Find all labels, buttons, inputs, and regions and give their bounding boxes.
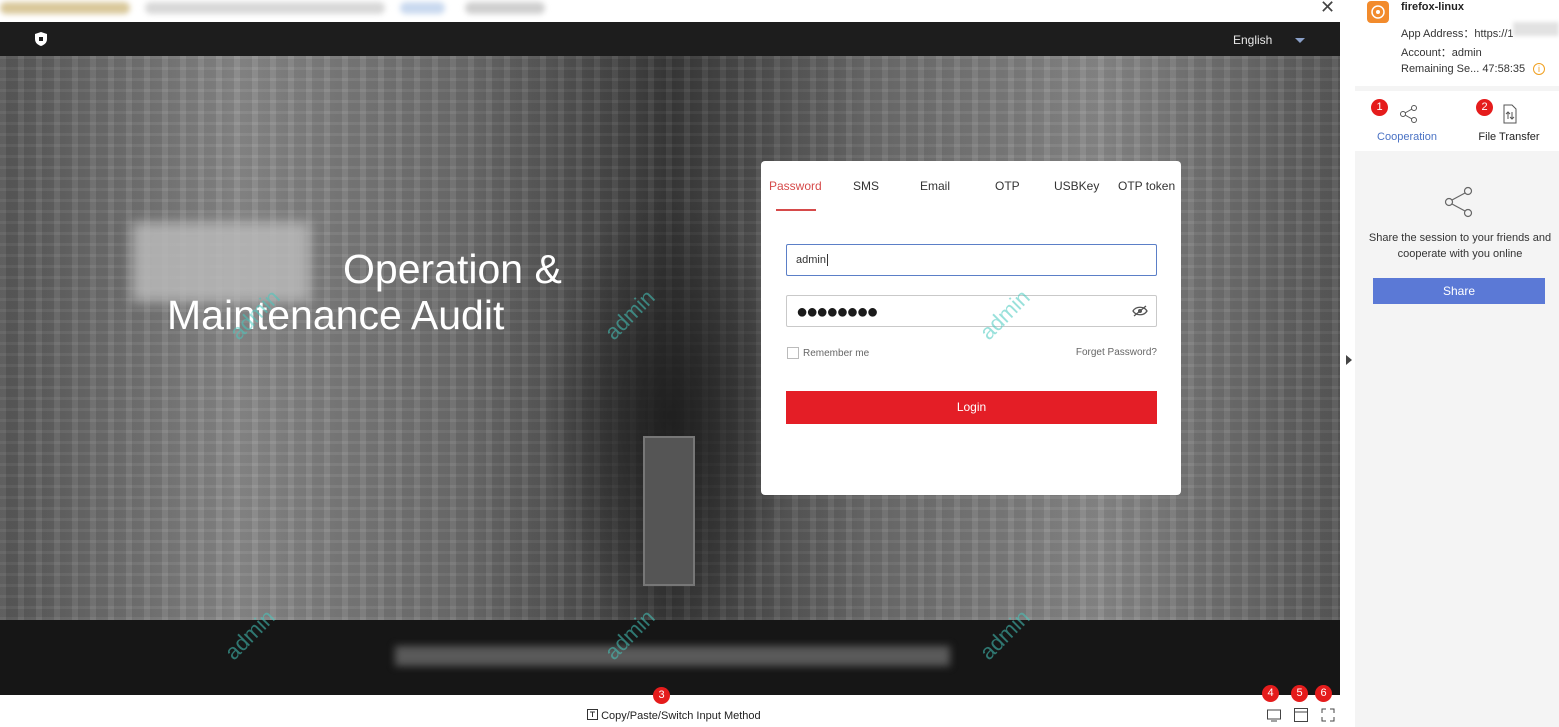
- blurred-address: [1513, 22, 1559, 36]
- window-layout-icon[interactable]: [1293, 707, 1309, 723]
- badge-5: 5: [1291, 685, 1308, 702]
- monitor-icon[interactable]: [1266, 707, 1282, 723]
- username-value: admin: [796, 254, 826, 266]
- info-icon[interactable]: i: [1533, 63, 1545, 75]
- tab-email[interactable]: Email: [920, 179, 950, 193]
- tab-otp[interactable]: OTP: [995, 179, 1020, 193]
- firefox-app-icon: [1367, 1, 1389, 23]
- badge-3: 3: [653, 687, 670, 704]
- browser-tab-strip: ✕: [0, 0, 1340, 22]
- password-value: ●●●●●●●●: [796, 301, 879, 323]
- password-input[interactable]: ●●●●●●●●: [786, 295, 1157, 327]
- app-name: firefox-linux: [1401, 1, 1464, 13]
- file-transfer-button[interactable]: 2 File Transfer: [1459, 91, 1559, 151]
- hero-title: Operation & Maintenance Audit: [167, 246, 627, 338]
- bottom-toolbar: 3 Copy/Paste/Switch Input Method 4 5 6: [0, 685, 1355, 727]
- badge-1: 1: [1371, 99, 1388, 116]
- clipboard-icon: [587, 709, 598, 720]
- session-tools: 1 Cooperation 2 File Transfer: [1355, 91, 1559, 151]
- login-button[interactable]: Login: [786, 391, 1157, 424]
- tab-otp-token[interactable]: OTP token: [1118, 179, 1175, 193]
- hero-title-line2: Maintenance Audit: [167, 292, 505, 338]
- remaining-session-time: Remaining Se... 47:58:35: [1401, 63, 1526, 75]
- share-description: Share the session to your friends and co…: [1368, 232, 1552, 260]
- app-glyph-icon: [1371, 5, 1385, 19]
- cooperation-button[interactable]: 1 Cooperation: [1357, 91, 1457, 151]
- active-tab-indicator: [776, 209, 816, 211]
- corridor-door: [643, 436, 695, 586]
- app-info-card: firefox-linux App Address：https://1 Acco…: [1355, 0, 1559, 86]
- blurred-tab[interactable]: [145, 2, 385, 14]
- remember-me-label[interactable]: Remember me: [803, 348, 869, 359]
- tab-usbkey[interactable]: USBKey: [1054, 179, 1099, 193]
- username-input[interactable]: admin: [786, 244, 1157, 276]
- shield-logo-icon: [35, 32, 47, 46]
- tab-password[interactable]: Password: [769, 179, 822, 193]
- badge-2: 2: [1476, 99, 1493, 116]
- session-side-panel: firefox-linux App Address：https://1 Acco…: [1355, 0, 1559, 727]
- remote-page-footer: [0, 620, 1340, 695]
- language-selector[interactable]: English: [1233, 33, 1272, 47]
- share-button[interactable]: Share: [1373, 278, 1545, 304]
- badge-6: 6: [1315, 685, 1332, 702]
- app-address: App Address：https://1: [1401, 28, 1514, 40]
- chevron-down-icon[interactable]: [1295, 38, 1305, 43]
- hero-title-line1: Operation &: [343, 246, 562, 292]
- forget-password-link[interactable]: Forget Password?: [1076, 347, 1157, 358]
- input-method-button[interactable]: Copy/Paste/Switch Input Method: [587, 709, 761, 722]
- close-icon[interactable]: ✕: [1320, 0, 1335, 18]
- remember-me-checkbox[interactable]: [787, 347, 799, 359]
- share-large-icon: [1444, 186, 1473, 218]
- tab-sms[interactable]: SMS: [853, 179, 879, 193]
- fullscreen-icon[interactable]: [1320, 707, 1336, 723]
- blurred-tab[interactable]: [0, 2, 130, 14]
- share-icon: [1400, 105, 1417, 123]
- blurred-tab[interactable]: [465, 2, 545, 14]
- blurred-footer-text: [395, 646, 950, 666]
- input-method-label: Copy/Paste/Switch Input Method: [601, 710, 761, 722]
- app-account: Account：admin: [1401, 47, 1482, 59]
- cooperation-label: Cooperation: [1377, 131, 1437, 143]
- share-section: Share the session to your friends and co…: [1355, 152, 1559, 322]
- file-transfer-label: File Transfer: [1478, 131, 1540, 143]
- eye-hidden-icon[interactable]: [1132, 305, 1148, 317]
- blurred-tab[interactable]: [400, 2, 445, 14]
- remote-session-viewport[interactable]: English Operation & Maintenance Audit Pa…: [0, 22, 1340, 695]
- remote-page-header: English: [0, 22, 1340, 56]
- file-transfer-icon: [1503, 104, 1517, 124]
- login-card: Password SMS Email OTP USBKey OTP token …: [761, 161, 1181, 495]
- expand-panel-arrow-icon[interactable]: [1346, 355, 1352, 365]
- badge-4: 4: [1262, 685, 1279, 702]
